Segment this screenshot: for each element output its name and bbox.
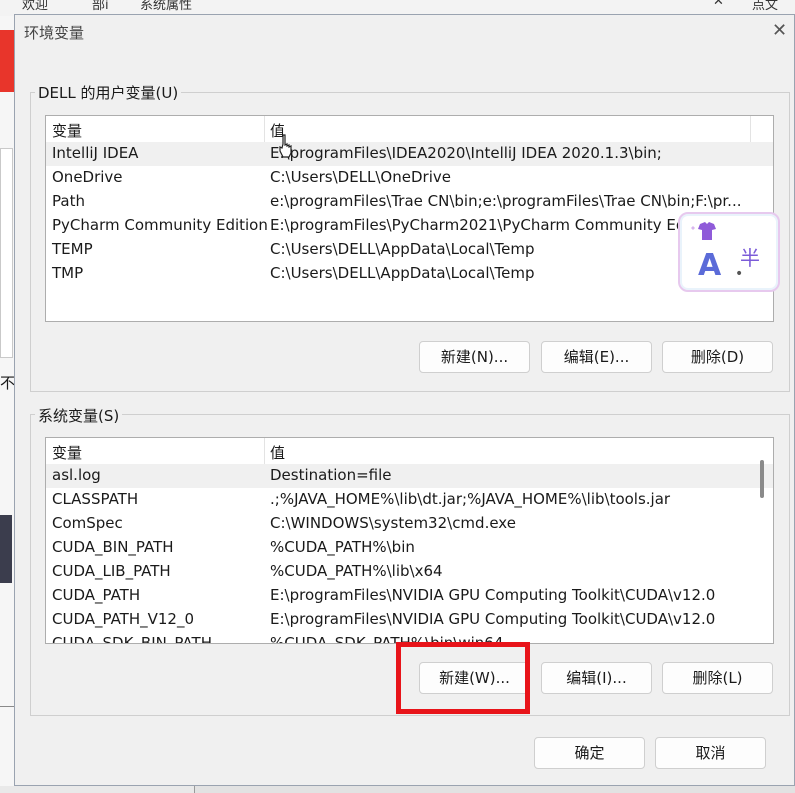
table-row[interactable]: TEMP C:\Users\DELL\AppData\Local\Temp (46, 238, 773, 262)
background-red-strip (0, 30, 14, 92)
user-variables-legend: DELL 的用户变量(U) (35, 82, 182, 103)
system-variables-list[interactable]: 变量 值 asl.log Destination=file CLASSPATH.;… (45, 437, 774, 644)
user-edit-button[interactable]: 编辑(E)... (541, 341, 652, 373)
ok-button[interactable]: 确定 (534, 737, 645, 769)
translator-widget[interactable]: A 半 • (678, 212, 780, 292)
sparkle-shirt-icon (691, 222, 716, 240)
table-row[interactable]: CUDA_LIB_PATH %CUDA_PATH%\lib\x64 (46, 560, 773, 584)
scrollbar-thumb[interactable] (760, 460, 764, 498)
system-variables-legend: 系统变量(S) (35, 405, 123, 426)
table-row[interactable]: CUDA_PATH E:\programFiles\NVIDIA GPU Comp… (46, 584, 773, 608)
column-header-name[interactable]: 变量 (52, 442, 82, 463)
highlight-box (396, 642, 530, 714)
user-new-button[interactable]: 新建(N)... (419, 341, 530, 373)
translator-dot: • (735, 266, 744, 282)
table-row[interactable]: PyCharm Community Edition E:\programFiles… (46, 214, 773, 238)
system-list-header: 变量 值 (46, 438, 773, 465)
column-header-value[interactable]: 值 (270, 442, 285, 463)
table-row[interactable]: TMP C:\Users\DELL\AppData\Local\Temp (46, 262, 773, 286)
dialog-title: 环境变量 (24, 24, 85, 42)
table-row[interactable]: CUDA_PATH_V12_0 E:\programFiles\NVIDIA GP… (46, 608, 773, 632)
table-row[interactable]: OneDrive C:\Users\DELL\OneDrive (46, 166, 773, 190)
table-row[interactable]: asl.log Destination=file (46, 464, 773, 488)
background-bottom-window (194, 786, 795, 793)
user-delete-button[interactable]: 删除(D) (662, 341, 773, 373)
bg-fragment-1: 欢迎 (22, 0, 49, 13)
close-icon[interactable]: ✕ (772, 20, 787, 41)
cancel-button[interactable]: 取消 (655, 737, 766, 769)
background-dark-strip (0, 515, 12, 583)
bg-fragment-2: 部i (92, 0, 109, 13)
bg-close-icon: ✕ (713, 0, 724, 9)
background-divider (0, 706, 14, 707)
column-separator (264, 116, 265, 142)
table-row[interactable]: IntelliJ IDEA E:\programFiles\IDEA2020\In… (46, 142, 773, 166)
user-list-header: 变量 值 (46, 116, 773, 143)
hand-cursor-icon (279, 134, 292, 158)
table-row[interactable]: Path e:\programFiles\Trae CN\bin;e:\progr… (46, 190, 773, 214)
background-panel (0, 148, 13, 358)
column-header-name[interactable]: 变量 (52, 120, 82, 141)
bg-fragment-5: 点文 (752, 0, 779, 13)
column-separator (264, 438, 265, 464)
translator-letter: A (698, 248, 722, 283)
column-separator-end (750, 116, 751, 142)
background-side-text: 不 (0, 374, 16, 392)
system-edit-button[interactable]: 编辑(I)... (541, 662, 652, 694)
system-delete-button[interactable]: 删除(L) (662, 662, 773, 694)
background-left-edge (0, 16, 14, 793)
user-variables-list[interactable]: 变量 值 IntelliJ IDEA E:\programFiles\IDEA20… (45, 115, 774, 322)
table-row[interactable]: CLASSPATH .;%JAVA_HOME%\lib\dt.jar;%JAVA_… (46, 488, 773, 512)
table-row[interactable]: ComSpec C:\WINDOWS\system32\cmd.exe (46, 512, 773, 536)
bg-fragment-title: 系统属性 (140, 0, 193, 13)
table-row[interactable]: CUDA_BIN_PATH %CUDA_PATH%\bin (46, 536, 773, 560)
